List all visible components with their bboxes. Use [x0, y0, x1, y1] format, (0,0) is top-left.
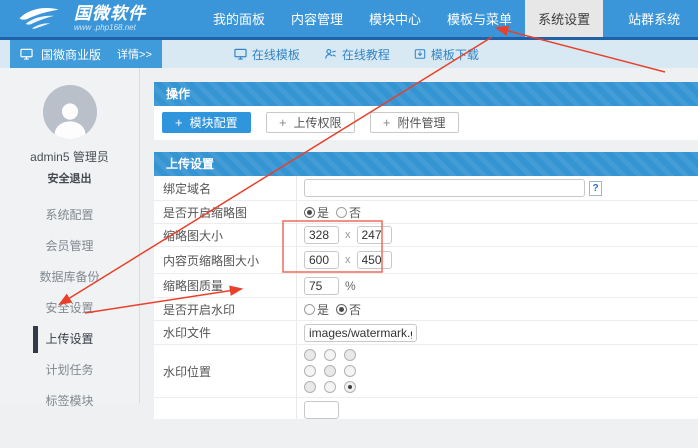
watermark-enable-label: 是否开启水印: [154, 298, 297, 320]
admin-page: { "brand": { "name": "国微软件", "url": "www…: [0, 0, 698, 403]
form-row-content-thumb-size: 内容页缩略图大小 x: [154, 247, 698, 274]
pos-middle-left-radio[interactable]: [304, 365, 316, 377]
thumb-quality-label: 缩略图质量: [154, 274, 297, 297]
watermark-position-label: 水印位置: [154, 345, 297, 397]
sidebar-item-security[interactable]: 安全设置: [0, 293, 139, 324]
form-row-thumb-size: 缩略图大小 x: [154, 224, 698, 247]
avatar[interactable]: [43, 85, 97, 139]
thumb-enable-yes-radio[interactable]: [304, 207, 315, 218]
thumb-quality-input[interactable]: [304, 277, 339, 295]
brand-name: 国微软件: [74, 5, 146, 22]
pos-top-left-radio[interactable]: [304, 349, 316, 361]
form-row-thumb-enable: 是否开启缩略图 是 否: [154, 201, 698, 224]
sidebar-menu: 系统配置 会员管理 数据库备份 安全设置 上传设置 计划任务 标签模块: [0, 200, 139, 448]
operations-panel-title: 操作: [154, 82, 698, 106]
pos-middle-right-radio[interactable]: [344, 365, 356, 377]
nav-item-modules[interactable]: 模块中心: [356, 0, 434, 37]
logout-link[interactable]: 安全退出: [0, 170, 139, 186]
thumb-width-input[interactable]: [304, 226, 339, 244]
sidebar-item-system-config[interactable]: 系统配置: [0, 200, 139, 231]
thumb-enable-no-radio[interactable]: [336, 207, 347, 218]
operations-buttons: +模块配置 +上传权限 +附件管理: [154, 106, 698, 140]
upload-settings-panel: 上传设置 绑定域名 ? 是否开启缩略图 是 否 缩略图大小 x: [154, 152, 698, 419]
person-icon: [48, 95, 92, 139]
edition-badge[interactable]: 国微商业版 详情>>: [10, 40, 162, 68]
username: admin5 管理员: [0, 148, 139, 165]
content-thumb-size-label: 内容页缩略图大小: [154, 247, 297, 273]
watermark-position-grid: [304, 349, 356, 393]
sidebar-item-upload-settings[interactable]: 上传设置: [0, 324, 139, 355]
content-area: 操作 +模块配置 +上传权限 +附件管理 上传设置 绑定域名 ? 是否开启缩略图…: [140, 68, 698, 403]
watermark-file-label: 水印文件: [154, 321, 297, 344]
brand-url: www .php168.net: [74, 24, 146, 32]
top-nav: 我的面板 内容管理 模块中心 模板与菜单 系统设置 站群系统: [200, 0, 693, 37]
sidebar-item-scheduled-tasks[interactable]: 计划任务: [0, 355, 139, 386]
form-row-watermark-enable: 是否开启水印 是 否: [154, 298, 698, 321]
watermark-enable-yes-radio[interactable]: [304, 304, 315, 315]
form-row-watermark-file: 水印文件: [154, 321, 698, 345]
content-thumb-height-input[interactable]: [357, 251, 392, 269]
sidebar-item-members[interactable]: 会员管理: [0, 231, 139, 262]
edition-name: 国微商业版: [41, 46, 101, 63]
online-templates-label: 在线模板: [252, 46, 300, 63]
form-row-domain: 绑定域名 ?: [154, 176, 698, 201]
domain-label: 绑定域名: [154, 176, 297, 200]
domain-input[interactable]: [304, 179, 585, 197]
app-header: 国微软件 www .php168.net 我的面板 内容管理 模块中心 模板与菜…: [0, 0, 698, 40]
template-download-label: 模板下载: [431, 46, 479, 63]
pos-top-right-radio[interactable]: [344, 349, 356, 361]
plus-icon: +: [175, 115, 183, 130]
sidebar-item-clipped[interactable]: [0, 417, 139, 448]
sidebar: admin5 管理员 安全退出 系统配置 会员管理 数据库备份 安全设置 上传设…: [0, 68, 140, 403]
operations-panel: 操作 +模块配置 +上传权限 +附件管理: [154, 82, 698, 140]
nav-item-system-settings[interactable]: 系统设置: [525, 0, 603, 37]
monitor-icon: [234, 48, 247, 60]
pos-bottom-left-radio[interactable]: [304, 381, 316, 393]
thumb-enable-label: 是否开启缩略图: [154, 201, 297, 223]
watermark-enable-no-radio[interactable]: [336, 304, 347, 315]
upload-settings-title: 上传设置: [154, 152, 698, 176]
plus-icon: +: [279, 115, 287, 130]
sub-links: 在线模板 在线教程 模板下载: [234, 46, 503, 63]
thumb-height-input[interactable]: [357, 226, 392, 244]
online-tutorial-link[interactable]: 在线教程: [324, 46, 390, 63]
help-icon[interactable]: ?: [589, 181, 602, 196]
online-tutorial-label: 在线教程: [342, 46, 390, 63]
brand-logo[interactable]: 国微软件 www .php168.net: [0, 0, 200, 37]
watermark-file-input[interactable]: [304, 324, 417, 342]
clipped-input[interactable]: [304, 401, 339, 419]
edition-detail-link[interactable]: 详情>>: [117, 46, 152, 62]
module-config-button[interactable]: +模块配置: [162, 112, 251, 133]
pos-top-center-radio[interactable]: [324, 349, 336, 361]
sub-bar: 国微商业版 详情>> 在线模板 在线教程 模板下载: [0, 40, 698, 68]
template-download-link[interactable]: 模板下载: [414, 46, 479, 63]
pos-middle-center-radio[interactable]: [324, 365, 336, 377]
online-templates-link[interactable]: 在线模板: [234, 46, 300, 63]
sidebar-item-db-backup[interactable]: 数据库备份: [0, 262, 139, 293]
tutorial-icon: [324, 48, 337, 60]
attachment-manage-button[interactable]: +附件管理: [370, 112, 459, 133]
pos-bottom-right-radio[interactable]: [344, 381, 356, 393]
content-thumb-width-input[interactable]: [304, 251, 339, 269]
percent-unit: %: [345, 279, 356, 293]
thumb-size-label: 缩略图大小: [154, 224, 297, 246]
main-area: admin5 管理员 安全退出 系统配置 会员管理 数据库备份 安全设置 上传设…: [0, 68, 698, 403]
download-icon: [414, 48, 426, 60]
pos-bottom-center-radio[interactable]: [324, 381, 336, 393]
sidebar-item-tag-modules[interactable]: 标签模块: [0, 386, 139, 417]
monitor-icon: [20, 48, 33, 60]
form-row-watermark-position: 水印位置: [154, 345, 698, 398]
form-row-clipped: [154, 398, 698, 419]
swoosh-logo-icon: [18, 4, 68, 34]
nav-item-templates-menus[interactable]: 模板与菜单: [434, 0, 525, 37]
plus-icon: +: [383, 115, 391, 130]
upload-permission-button[interactable]: +上传权限: [266, 112, 355, 133]
nav-item-content[interactable]: 内容管理: [278, 0, 356, 37]
form-row-thumb-quality: 缩略图质量 %: [154, 274, 698, 298]
clipped-label: [154, 398, 297, 419]
nav-item-dashboard[interactable]: 我的面板: [200, 0, 278, 37]
nav-item-site-group[interactable]: 站群系统: [615, 0, 693, 37]
